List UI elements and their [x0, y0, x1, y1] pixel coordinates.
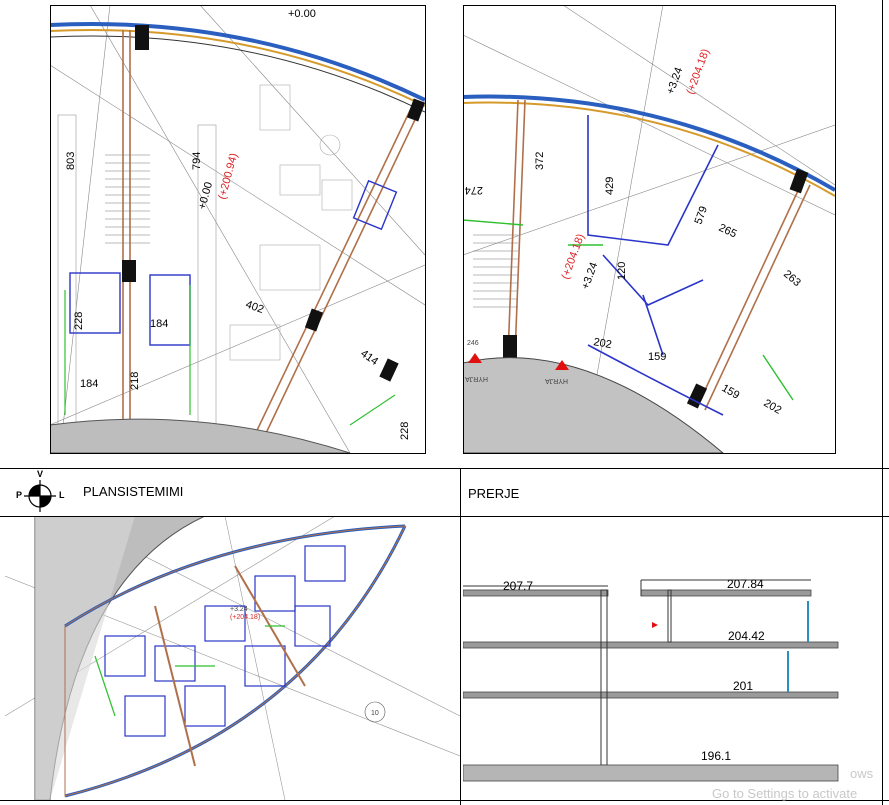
north-compass: V P L [16, 469, 65, 519]
sheet-frame [0, 0, 889, 805]
activation-watermark-line1: ows [850, 766, 874, 781]
activation-watermark-line2: Go to Settings to activate [712, 786, 858, 801]
compass-west-label: P [16, 490, 23, 500]
compass-east-label: L [59, 490, 65, 500]
plan-title: PLANSISTEMIMI [83, 484, 184, 499]
compass-north-label: V [37, 469, 44, 479]
section-title: PRERJE [468, 486, 520, 501]
